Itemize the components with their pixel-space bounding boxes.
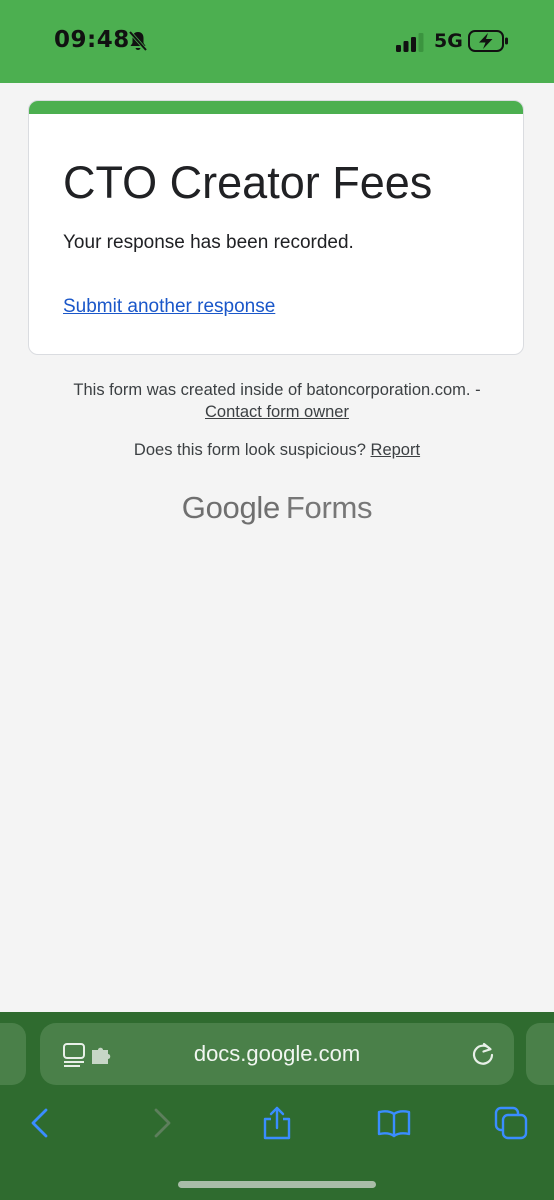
status-time: 09:48 xyxy=(54,27,130,53)
confirmation-message: Your response has been recorded. xyxy=(63,232,354,253)
tabs-icon[interactable] xyxy=(494,1106,528,1140)
contact-form-owner-link[interactable]: Contact form owner xyxy=(205,403,349,421)
bell-slash-icon xyxy=(128,30,148,52)
status-bar: 09:48 5G xyxy=(0,0,554,83)
forward-icon[interactable] xyxy=(144,1106,178,1140)
google-forms-logo[interactable]: Google Forms xyxy=(0,490,554,526)
home-indicator[interactable] xyxy=(178,1181,376,1188)
created-inside-text: This form was created inside of batoncor… xyxy=(73,381,481,399)
url-text[interactable]: docs.google.com xyxy=(40,1041,514,1067)
form-title: CTO Creator Fees xyxy=(63,157,433,208)
share-icon[interactable] xyxy=(260,1106,294,1140)
back-icon[interactable] xyxy=(24,1106,58,1140)
card-accent-bar xyxy=(29,101,523,114)
suspicious-text: Does this form look suspicious? xyxy=(133,441,371,459)
bookmarks-icon[interactable] xyxy=(377,1106,411,1140)
battery-charging-icon xyxy=(468,30,508,52)
browser-toolbar: docs.google.com xyxy=(0,1012,554,1200)
confirmation-card: CTO Creator Fees Your response has been … xyxy=(28,100,524,355)
address-bar[interactable]: docs.google.com xyxy=(40,1023,514,1085)
page: 09:48 5G CTO Creator Fees Your response … xyxy=(0,0,554,1200)
network-label: 5G xyxy=(434,30,463,52)
report-link[interactable]: Report xyxy=(371,441,421,459)
logo-forms-text: Forms xyxy=(285,490,373,525)
next-tab-preview[interactable] xyxy=(526,1023,554,1085)
submit-another-response-link[interactable]: Submit another response xyxy=(63,296,275,318)
suspicious-row: Does this form look suspicious? Report xyxy=(0,441,554,460)
logo-google-text: Google xyxy=(181,490,280,525)
contact-owner-row: Contact form owner xyxy=(0,403,554,422)
reload-icon[interactable] xyxy=(470,1041,496,1067)
signal-bars-icon xyxy=(396,33,424,52)
previous-tab-preview[interactable] xyxy=(0,1023,26,1085)
